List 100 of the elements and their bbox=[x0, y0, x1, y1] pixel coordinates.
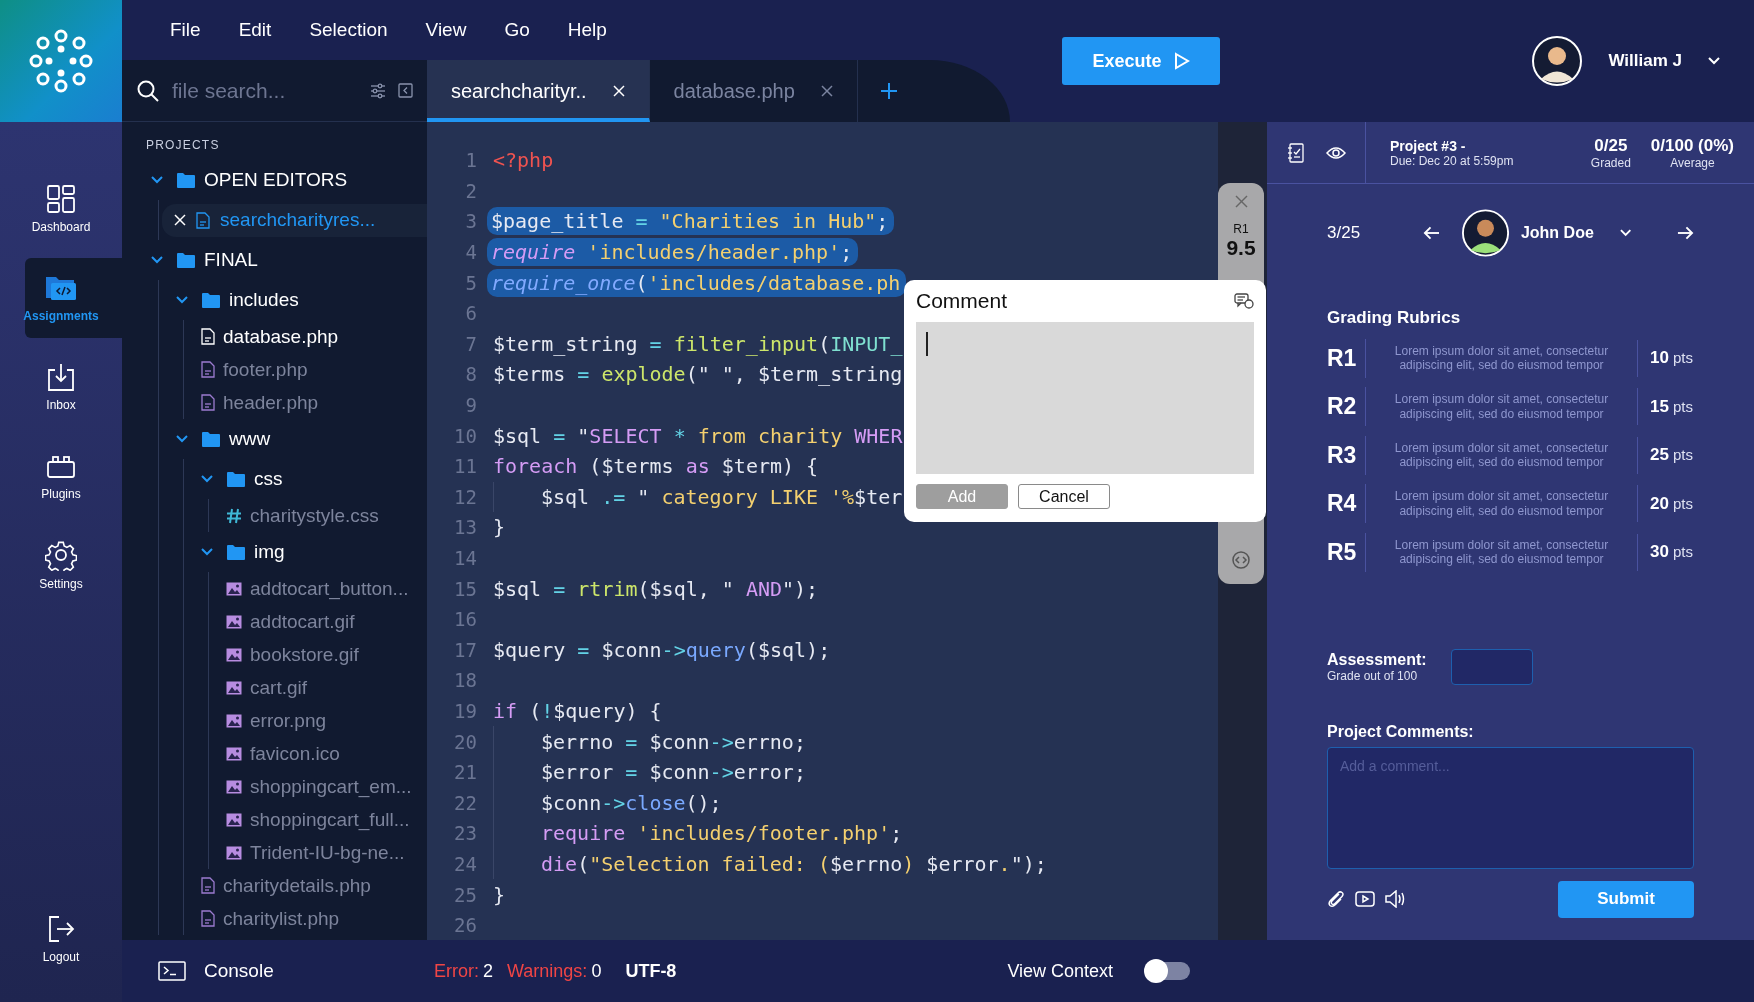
menu-item[interactable]: View bbox=[425, 19, 467, 41]
file-name[interactable]: charitylist.php bbox=[223, 907, 340, 930]
open-editor-item[interactable]: searchcharityres... bbox=[162, 203, 427, 237]
paperclip-icon[interactable] bbox=[1327, 890, 1345, 908]
file-name[interactable]: shoppingcart_em... bbox=[250, 775, 412, 798]
line-number: 18 bbox=[453, 669, 477, 692]
arrow-right-icon[interactable] bbox=[1677, 225, 1694, 241]
code-sync-icon[interactable] bbox=[1231, 550, 1251, 570]
add-tab-icon[interactable] bbox=[879, 82, 898, 100]
chevron-icon[interactable] bbox=[150, 255, 164, 265]
file-name[interactable]: favicon.ico bbox=[250, 742, 340, 765]
view-context-toggle[interactable] bbox=[1146, 962, 1191, 980]
code-line: <?php bbox=[492, 147, 555, 175]
line-number: 24 bbox=[453, 852, 477, 875]
grade-input-field[interactable] bbox=[1450, 648, 1533, 685]
menu-item[interactable]: Selection bbox=[309, 19, 388, 41]
file-name[interactable]: error.png bbox=[250, 709, 327, 732]
rubric-id: R2 bbox=[1327, 387, 1366, 427]
rubric-id: R3 bbox=[1327, 435, 1366, 475]
warning-count: 0 bbox=[591, 960, 602, 982]
file-name[interactable]: footer.php bbox=[223, 358, 308, 381]
file-name[interactable]: header.php bbox=[223, 391, 319, 414]
menu-item[interactable]: File bbox=[170, 19, 201, 41]
chevron-down-icon[interactable] bbox=[1619, 229, 1632, 237]
php-file-icon bbox=[201, 361, 215, 378]
nav-item[interactable]: Plugins bbox=[25, 436, 122, 516]
warnings-label: Warnings: bbox=[507, 960, 588, 982]
eye-icon[interactable] bbox=[1325, 145, 1346, 160]
php-file-icon bbox=[201, 394, 215, 411]
logout-button[interactable]: Logout bbox=[25, 909, 122, 969]
chevron-down-icon[interactable] bbox=[1708, 57, 1720, 65]
stat-label: Graded bbox=[1590, 155, 1631, 170]
file-name[interactable]: charitystyle.css bbox=[250, 504, 379, 527]
rubric-description: Lorem ipsum dolor sit amet, consectetur adipiscing elit, sed do eiusmod tempor bbox=[1366, 485, 1638, 523]
collapse-panel-icon[interactable] bbox=[398, 83, 413, 98]
nav-item[interactable]: Assignments bbox=[25, 258, 122, 338]
line-number: 6 bbox=[464, 302, 477, 325]
student-name[interactable]: John Doe bbox=[1520, 224, 1594, 242]
menu-item[interactable]: Help bbox=[567, 19, 607, 41]
image-file-icon bbox=[226, 746, 242, 761]
speaker-icon[interactable] bbox=[1385, 890, 1407, 908]
rubric-points: 10 bbox=[1650, 348, 1669, 369]
chevron-icon[interactable] bbox=[200, 547, 214, 557]
notebook-icon[interactable] bbox=[1286, 142, 1304, 163]
filter-icon[interactable] bbox=[370, 82, 386, 99]
menu-item[interactable]: Go bbox=[504, 19, 530, 41]
student-position: 3/25 bbox=[1327, 223, 1362, 243]
code-line: require 'includes/footer.php'; bbox=[540, 820, 904, 848]
chevron-icon[interactable] bbox=[175, 295, 189, 305]
file-name[interactable]: addtocart.gif bbox=[250, 610, 355, 633]
code-line: $conn->close(); bbox=[540, 789, 723, 817]
editor-tab[interactable]: searchcharityr.. bbox=[427, 60, 650, 122]
file-name[interactable]: cart.gif bbox=[250, 676, 308, 699]
section-heading: Grading Rubrics bbox=[1327, 308, 1462, 328]
arrow-left-icon[interactable] bbox=[1422, 225, 1440, 241]
settings-icon bbox=[45, 539, 77, 571]
user-name[interactable]: William J bbox=[1608, 51, 1682, 71]
encoding: UTF-8 bbox=[625, 960, 677, 982]
line-number: 2 bbox=[464, 179, 477, 202]
php-file-icon bbox=[196, 211, 210, 229]
folder-name[interactable]: www bbox=[229, 428, 271, 450]
image-file-icon bbox=[226, 614, 242, 629]
folder-name[interactable]: includes bbox=[229, 289, 299, 311]
console-icon[interactable] bbox=[158, 961, 186, 981]
image-file-icon bbox=[226, 680, 242, 695]
menu-item[interactable]: Edit bbox=[238, 19, 272, 41]
file-name[interactable]: database.php bbox=[223, 325, 339, 348]
file-search-field[interactable]: file search... bbox=[172, 74, 358, 107]
image-file-icon bbox=[226, 713, 242, 728]
comments-label: Project Comments: bbox=[1327, 722, 1475, 741]
folder-name[interactable]: css bbox=[254, 468, 283, 490]
file-name[interactable]: shoppingcart_full... bbox=[250, 808, 410, 831]
video-icon[interactable] bbox=[1355, 891, 1375, 907]
file-name[interactable]: bookstore.gif bbox=[250, 643, 359, 666]
dashboard-icon bbox=[46, 184, 76, 214]
nav-item[interactable]: Inbox bbox=[25, 347, 122, 427]
line-number: 9 bbox=[464, 394, 477, 417]
stat-value: 0/100 (0%) bbox=[1650, 135, 1734, 156]
code-line: $sql = rtrim($sql, " AND"); bbox=[492, 575, 820, 603]
rubric-description: Lorem ipsum dolor sit amet, consectetur adipiscing elit, sed do eiusmod tempor bbox=[1366, 436, 1638, 474]
console-label[interactable]: Console bbox=[204, 960, 434, 982]
chevron-icon[interactable] bbox=[150, 175, 164, 185]
folder-name[interactable]: OPEN EDITORS bbox=[204, 169, 348, 191]
line-number: 5 bbox=[464, 271, 477, 294]
nav-item[interactable]: Settings bbox=[25, 525, 122, 605]
cancel-button[interactable]: Cancel bbox=[1018, 484, 1110, 509]
chat-bubbles-icon[interactable] bbox=[1234, 293, 1254, 309]
folder-name[interactable]: img bbox=[254, 541, 285, 563]
nav-item[interactable]: Dashboard bbox=[25, 169, 122, 249]
folder-icon bbox=[226, 543, 246, 561]
rubric-id: R4 bbox=[1327, 484, 1366, 524]
folder-name[interactable]: FINAL bbox=[204, 249, 258, 271]
chevron-icon[interactable] bbox=[175, 434, 189, 444]
file-name[interactable]: charitydetails.php bbox=[223, 874, 371, 897]
code-line: require 'includes/header.php'; bbox=[487, 238, 859, 267]
chevron-icon[interactable] bbox=[200, 474, 214, 484]
file-name[interactable]: Trident-IU-bg-ne... bbox=[250, 841, 405, 864]
line-number: 22 bbox=[453, 791, 477, 814]
line-number: 1 bbox=[464, 149, 477, 172]
file-name[interactable]: addtocart_button... bbox=[250, 577, 409, 600]
